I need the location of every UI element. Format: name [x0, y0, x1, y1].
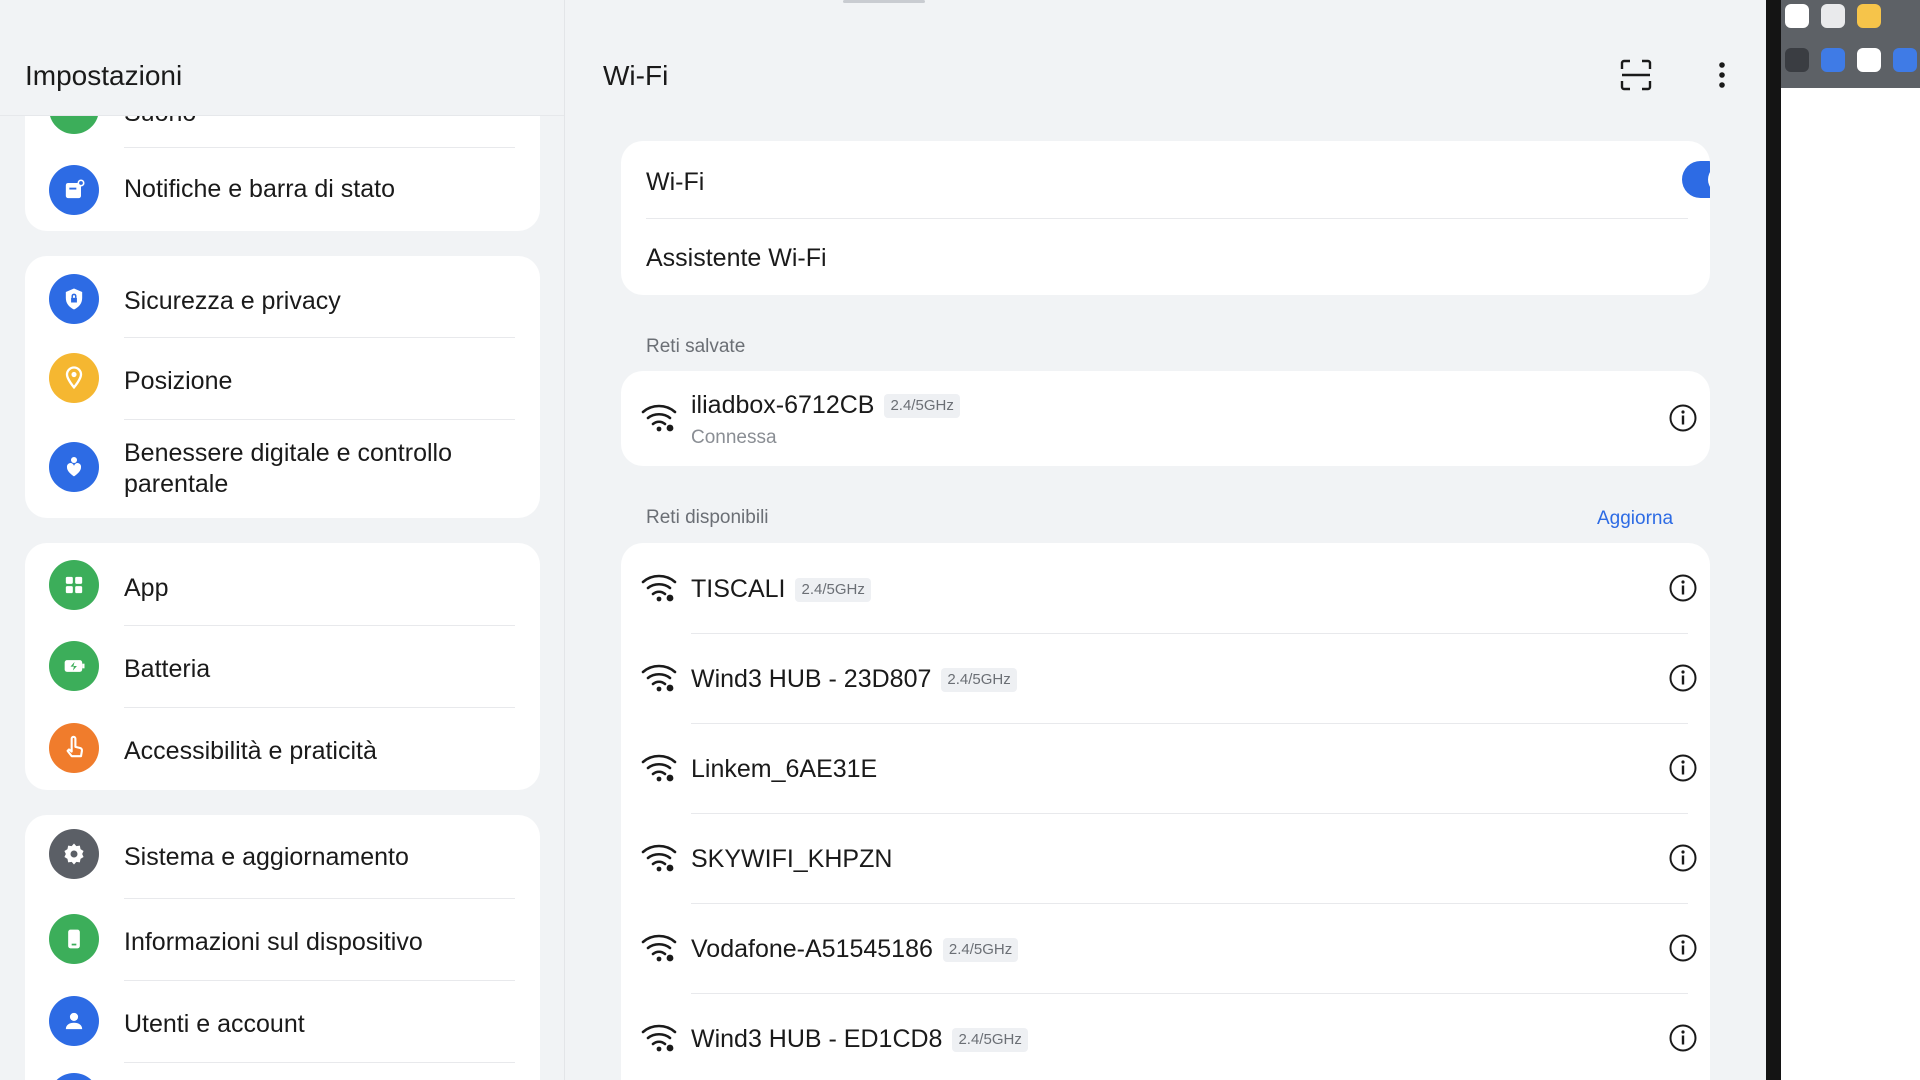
settings-item-device-info[interactable]: Informazioni sul dispositivo: [25, 899, 540, 979]
phone-app-icon: [1857, 48, 1881, 72]
drag-handle[interactable]: [843, 0, 925, 3]
wifi-signal-locked-icon: [641, 664, 677, 692]
shield-lock-icon: [49, 274, 99, 324]
settings-item-security[interactable]: Sicurezza e privacy: [25, 256, 540, 336]
info-icon[interactable]: [1668, 933, 1698, 963]
available-network-row[interactable]: Wind3 HUB - 23D807 2.4/5GHz: [621, 633, 1710, 723]
side-app-panel: [1781, 0, 1920, 1080]
saved-networks-header: Reti salvate: [646, 336, 746, 357]
info-icon[interactable]: [1668, 403, 1698, 433]
info-icon[interactable]: [1668, 1023, 1698, 1053]
user-icon: [49, 996, 99, 1046]
network-name: Vodafone-A51545186: [691, 935, 933, 963]
recent-app-thumbnail[interactable]: [1781, 0, 1920, 88]
more-options-button[interactable]: [1705, 58, 1739, 92]
wifi-assistant-row[interactable]: Assistente Wi-Fi: [621, 219, 1710, 295]
device-icon: [49, 914, 99, 964]
wifi-main-card: Wi-Fi Assistente Wi-Fi: [621, 141, 1710, 295]
info-icon[interactable]: [1668, 663, 1698, 693]
settings-group-privacy: Sicurezza e privacy Posizione Benessere …: [25, 256, 540, 518]
heart-person-icon: [49, 442, 99, 492]
wifi-signal-locked-icon: [641, 844, 677, 872]
settings-item-battery[interactable]: Batteria: [25, 626, 540, 706]
refresh-button[interactable]: Aggiorna: [1597, 508, 1673, 530]
settings-panel: Impostazioni Suono Notifiche e barra di …: [0, 0, 565, 1080]
band-badge: 2.4/5GHz: [941, 667, 1017, 692]
available-networks-header: Reti disponibili: [646, 507, 769, 528]
network-name: TISCALI: [691, 575, 786, 603]
gear-icon: [49, 829, 99, 879]
toggle-knob: [1708, 165, 1710, 194]
band-badge: 2.4/5GHz: [952, 1027, 1028, 1052]
available-network-row[interactable]: TISCALI 2.4/5GHz: [621, 543, 1710, 633]
location-pin-icon: [49, 353, 99, 403]
info-icon[interactable]: [1668, 573, 1698, 603]
settings-item-digital-wellbeing[interactable]: Benessere digitale e controllo parentale: [25, 420, 540, 518]
info-icon[interactable]: [1668, 753, 1698, 783]
network-status: Connessa: [691, 427, 777, 448]
more-vertical-icon: [1719, 62, 1725, 88]
wifi-toggle[interactable]: [1682, 161, 1710, 198]
saved-networks-card: iliadbox-6712CB 2.4/5GHz Connessa: [621, 371, 1710, 466]
network-name: SKYWIFI_KHPZN: [691, 845, 893, 873]
settings-item-system-update[interactable]: Sistema e aggiornamento: [25, 815, 540, 897]
page-title: Wi-Fi: [603, 60, 669, 91]
qr-scan-button[interactable]: [1619, 58, 1653, 92]
battery-icon: [49, 641, 99, 691]
settings-group-system: Sistema e aggiornamento Informazioni sul…: [25, 815, 540, 1080]
saved-network-row[interactable]: iliadbox-6712CB 2.4/5GHz Connessa: [621, 371, 1710, 466]
settings-item-accessibility[interactable]: Accessibilità e praticità: [25, 708, 540, 790]
available-networks-card: TISCALI 2.4/5GHz Wind3 HUB - 23D807 2.4/5GH…: [621, 543, 1710, 1080]
band-badge: 2.4/5GHz: [942, 937, 1019, 962]
wifi-panel: Wi-Fi Wi-Fi Assistente Wi-Fi Reti salvat…: [565, 0, 1766, 1080]
band-badge: 2.4/5GHz: [884, 393, 960, 418]
available-network-row[interactable]: Linkem_6AE31E: [621, 723, 1710, 813]
settings-header: Impostazioni: [0, 0, 564, 116]
available-network-row[interactable]: Wind3 HUB - ED1CD8 2.4/5GHz: [621, 993, 1710, 1080]
notes-app-icon: [1857, 4, 1881, 28]
scan-icon: [1620, 59, 1652, 91]
partial-item-icon: [49, 1073, 99, 1080]
wifi-toggle-row[interactable]: Wi-Fi: [621, 141, 1710, 218]
band-badge: 2.4/5GHz: [795, 577, 871, 602]
notification-icon: [49, 165, 99, 215]
wifi-signal-locked-icon: [641, 574, 677, 602]
network-name: Wind3 HUB - 23D807: [691, 665, 932, 693]
wifi-signal-locked-icon: [641, 404, 677, 432]
settings-item-app[interactable]: App: [25, 543, 540, 625]
grid-app-icon: [1785, 48, 1809, 72]
divider: [124, 1062, 515, 1063]
wifi-signal-locked-icon: [641, 754, 677, 782]
settings-item-notifications[interactable]: Notifiche e barra di stato: [25, 148, 540, 231]
info-icon[interactable]: [1668, 843, 1698, 873]
messages-app-icon: [1893, 48, 1917, 72]
split-divider[interactable]: [1766, 0, 1781, 1080]
wifi-signal-locked-icon: [641, 934, 677, 962]
apps-grid-icon: [49, 560, 99, 610]
settings-item-location[interactable]: Posizione: [25, 338, 540, 418]
files-app-icon: [1821, 48, 1845, 72]
settings-group-apps: App Batteria Accessibilità e praticità: [25, 543, 540, 790]
settings-item-users-accounts[interactable]: Utenti e account: [25, 981, 540, 1061]
wifi-signal-locked-icon: [641, 1024, 677, 1052]
home-app-icon: [1785, 4, 1809, 28]
network-name: iliadbox-6712CB: [691, 391, 875, 419]
available-network-row[interactable]: SKYWIFI_KHPZN: [621, 813, 1710, 903]
settings-app-icon: [1821, 4, 1845, 28]
hand-pointer-icon: [49, 723, 99, 773]
network-name: Wind3 HUB - ED1CD8: [691, 1025, 943, 1053]
network-name: Linkem_6AE31E: [691, 755, 878, 783]
settings-title: Impostazioni: [25, 60, 183, 91]
available-network-row[interactable]: Vodafone-A51545186 2.4/5GHz: [621, 903, 1710, 993]
